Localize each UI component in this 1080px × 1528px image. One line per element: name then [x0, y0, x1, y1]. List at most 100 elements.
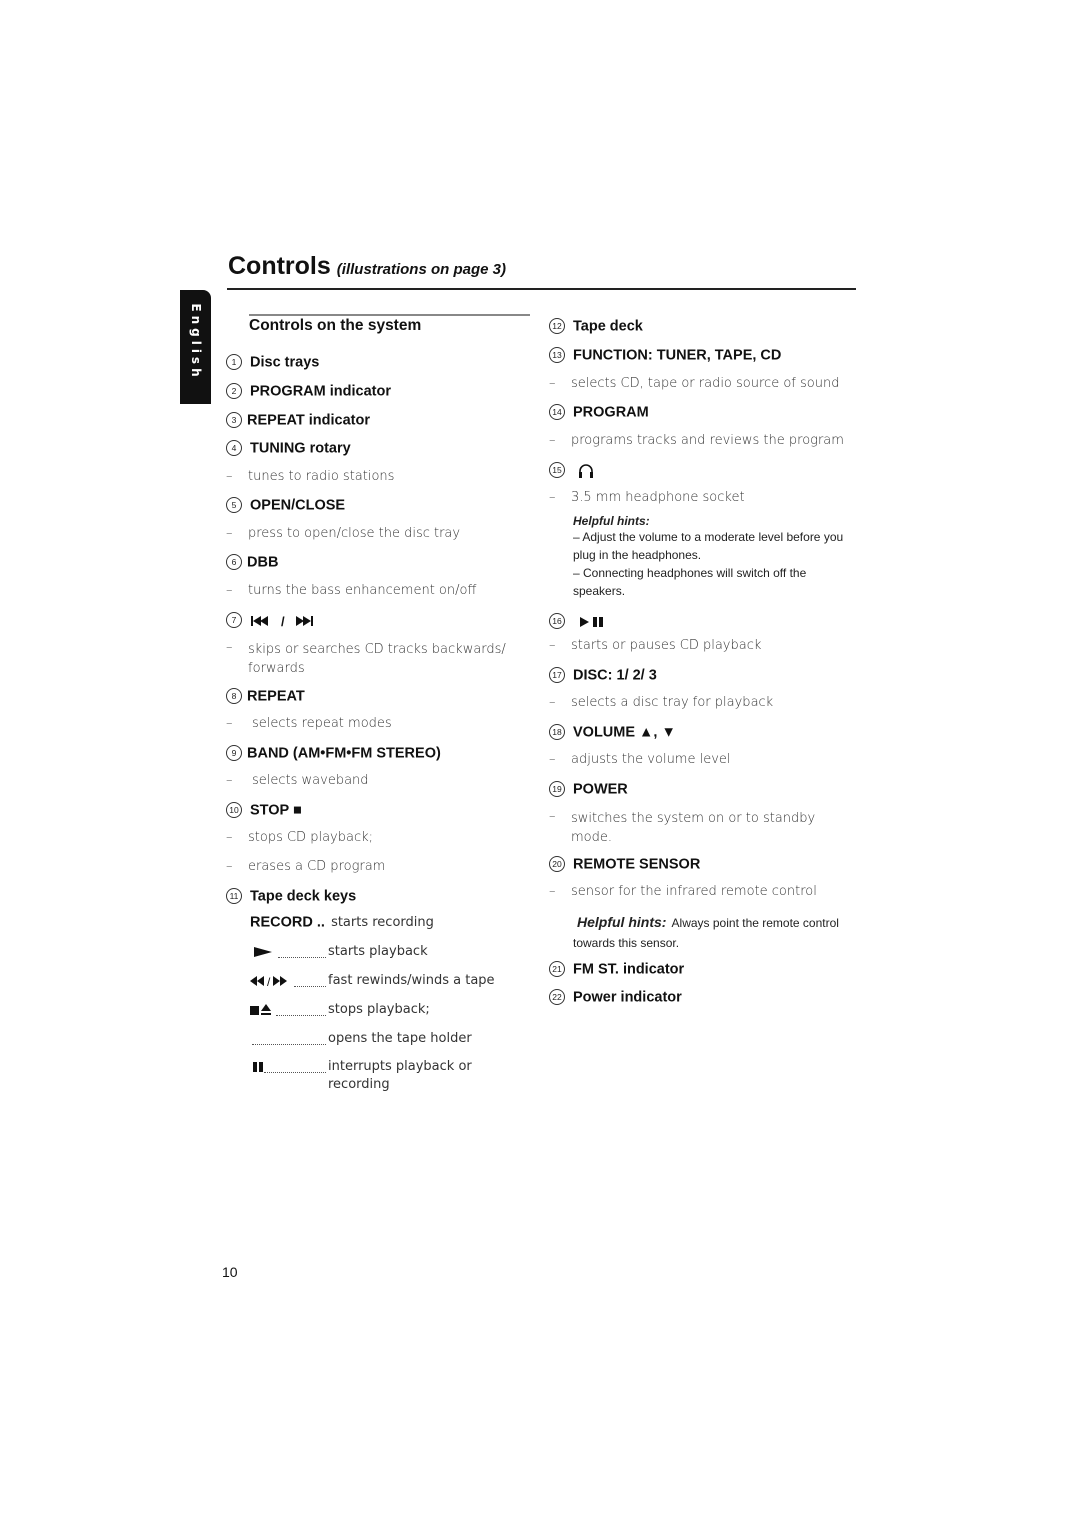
- control-item-15: 15: [549, 460, 594, 479]
- item-label: STOP ■: [250, 802, 302, 819]
- item-number: 10: [226, 801, 242, 818]
- item-number: 6: [226, 553, 242, 570]
- item-description: – switches the system on or to standby mo…: [549, 809, 816, 845]
- control-item-20: 20 REMOTE SENSOR: [549, 854, 700, 873]
- item-description: – erases a CD program: [226, 859, 386, 874]
- item-number: 5: [226, 496, 242, 513]
- item-number: 3: [226, 411, 242, 428]
- item-description: – skips or searches CD tracks backwards/ …: [226, 640, 506, 676]
- section-divider: [249, 314, 530, 316]
- item-number: 7: [226, 611, 242, 628]
- item-description: – stops CD playback;: [226, 830, 373, 845]
- item-number: 21: [549, 960, 565, 977]
- item-label: Tape deck: [573, 318, 643, 335]
- rewind-forward-icon: /: [250, 975, 287, 987]
- control-item-1: 1 Disc trays: [226, 352, 319, 371]
- hint-title: Helpful hints:: [573, 514, 650, 528]
- control-item-16: 16: [549, 611, 608, 630]
- item-number: 4: [226, 439, 242, 456]
- item-description: – sensor for the infrared remote control: [549, 884, 817, 899]
- tape-key-description: starts playback: [328, 944, 428, 959]
- control-item-22: 22 Power indicator: [549, 987, 682, 1006]
- item-label: PROGRAM indicator: [250, 383, 391, 400]
- item-number: 1: [226, 353, 242, 370]
- hint-title: Helpful hints:: [577, 914, 667, 930]
- item-number: 9: [226, 744, 242, 761]
- item-number: 22: [549, 988, 565, 1005]
- control-item-11: 11 Tape deck keys: [226, 886, 356, 905]
- control-item-19: 19 POWER: [549, 779, 628, 798]
- hint-line: – Adjust the volume to a moderate level …: [573, 530, 844, 562]
- svg-text:/: /: [281, 614, 285, 628]
- item-description: – selects waveband: [226, 773, 369, 788]
- tape-key-description: starts recording: [331, 915, 434, 930]
- item-description: – selects a disc tray for playback: [549, 695, 774, 710]
- stop-eject-icon: [250, 1004, 271, 1015]
- item-label: Power indicator: [573, 989, 682, 1006]
- control-item-13: 13 FUNCTION: TUNER, TAPE, CD: [549, 345, 781, 364]
- item-description: – press to open/close the disc tray: [226, 526, 461, 541]
- control-item-4: 4 TUNING rotary: [226, 438, 351, 457]
- page-title-subtitle: (illustrations on page 3): [336, 261, 506, 278]
- control-item-6: 6 DBB: [226, 552, 278, 571]
- item-description: – tunes to radio stations: [226, 469, 395, 484]
- tape-key-description: interrupts playback or recording: [328, 1059, 472, 1092]
- item-number: 18: [549, 723, 565, 740]
- play-icon: [254, 947, 272, 957]
- item-description: – starts or pauses CD playback: [549, 638, 762, 653]
- tape-key-pause: interrupts playback or recording: [250, 1058, 508, 1094]
- headphones-icon: [579, 463, 594, 478]
- language-tab-label: English: [188, 303, 203, 381]
- page-title-main: Controls: [228, 252, 331, 280]
- item-description: –3.5 mm headphone socket: [549, 490, 745, 505]
- helpful-hints-headphones: Helpful hints: – Adjust the volume to a …: [573, 514, 853, 600]
- item-label: REMOTE SENSOR: [573, 856, 701, 873]
- item-label: FUNCTION: TUNER, TAPE, CD: [573, 347, 782, 364]
- item-number: 20: [549, 855, 565, 872]
- page-number: 10: [222, 1264, 238, 1280]
- control-item-21: 21 FM ST. indicator: [549, 959, 684, 978]
- tape-key-record: RECORD .. starts recording: [250, 914, 434, 932]
- control-item-8: 8 REPEAT: [226, 686, 305, 705]
- item-description: – programs tracks and reviews the program: [549, 433, 844, 448]
- control-item-18: 18 VOLUME ▲, ▼: [549, 722, 676, 741]
- item-number: 19: [549, 780, 565, 797]
- item-label: REPEAT indicator: [247, 412, 370, 429]
- item-number: 8: [226, 687, 242, 704]
- tape-key-rewind-forward: / fast rewinds/winds a tape: [250, 972, 528, 990]
- control-item-12: 12 Tape deck: [549, 316, 643, 335]
- item-description: – selects CD, tape or radio source of sou…: [549, 376, 840, 391]
- language-tab: English: [180, 290, 211, 404]
- control-item-10: 10 STOP ■: [226, 800, 302, 819]
- item-description: – selects repeat modes: [226, 716, 392, 731]
- item-label: VOLUME ▲, ▼: [573, 724, 676, 741]
- control-item-2: 2 PROGRAM indicator: [226, 381, 391, 400]
- item-label: POWER: [573, 781, 628, 798]
- item-number: 15: [549, 461, 565, 478]
- item-number: 16: [549, 612, 565, 629]
- item-label: Disc trays: [250, 354, 320, 371]
- item-number: 11: [226, 887, 242, 904]
- helpful-hints-remote: Helpful hints: Always point the remote c…: [573, 912, 843, 952]
- control-item-14: 14 PROGRAM: [549, 402, 649, 421]
- skip-back-forward-icon-svg: /: [251, 614, 314, 629]
- tape-key-description: fast rewinds/winds a tape: [328, 973, 495, 988]
- item-label: DISC: 1/ 2/ 3: [573, 667, 657, 684]
- item-number: 13: [549, 346, 565, 363]
- control-item-3: 3 REPEAT indicator: [226, 410, 370, 429]
- item-label: OPEN/CLOSE: [250, 497, 346, 514]
- item-label: DBB: [247, 554, 279, 571]
- item-number: 12: [549, 317, 565, 334]
- header-divider: [227, 288, 856, 290]
- item-label: PROGRAM: [573, 404, 649, 421]
- item-number: 17: [549, 666, 565, 683]
- hint-line: – Connecting headphones will switch off …: [573, 566, 807, 598]
- item-label: REPEAT: [247, 688, 305, 705]
- item-number: 2: [226, 382, 242, 399]
- tape-key-play: starts playback: [250, 943, 508, 961]
- tape-key-description: stops playback;: [328, 1002, 430, 1017]
- control-item-17: 17 DISC: 1/ 2/ 3: [549, 665, 657, 684]
- play-pause-icon: [580, 616, 604, 627]
- page-title: Controls (illustrations on page 3): [228, 252, 506, 281]
- item-number: 14: [549, 403, 565, 420]
